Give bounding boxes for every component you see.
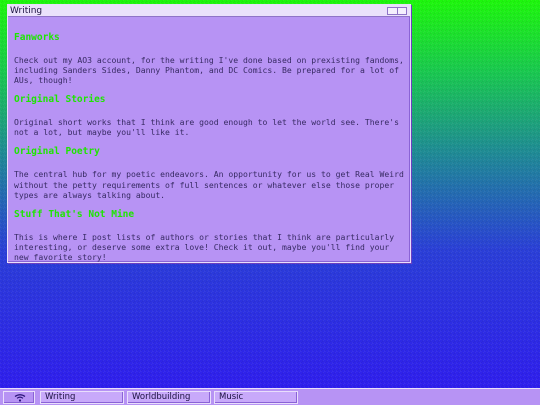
section-title-not-mine[interactable]: Stuff That's Not Mine (14, 209, 404, 221)
taskbar-item-worldbuilding[interactable]: Worldbuilding (127, 391, 211, 404)
section-body-original-stories: Original short works that I think are go… (14, 117, 399, 138)
window-titlebar[interactable]: Writing (8, 5, 410, 17)
window-content: Fanworks Check out my AO3 account, for t… (8, 17, 410, 262)
section-title-fanworks[interactable]: Fanworks (14, 32, 404, 44)
section-body-original-poetry: The central hub for my poetic endeavors.… (14, 169, 404, 200)
section-body-fanworks: Check out my AO3 account, for the writin… (14, 55, 404, 86)
taskbar: Writing Worldbuilding Music (0, 388, 540, 405)
taskbar-item-music[interactable]: Music (214, 391, 298, 404)
taskbar-item-writing[interactable]: Writing (40, 391, 124, 404)
wifi-icon (14, 394, 26, 402)
window-title: Writing (10, 6, 43, 16)
section-title-original-stories[interactable]: Original Stories (14, 94, 404, 106)
window-controls-button[interactable] (387, 7, 407, 15)
section-title-original-poetry[interactable]: Original Poetry (14, 146, 404, 158)
writing-window: Writing Fanworks Check out my AO3 accoun… (7, 4, 411, 263)
section-body-not-mine: This is where I post lists of authors or… (14, 231, 395, 262)
start-button[interactable] (3, 391, 35, 404)
